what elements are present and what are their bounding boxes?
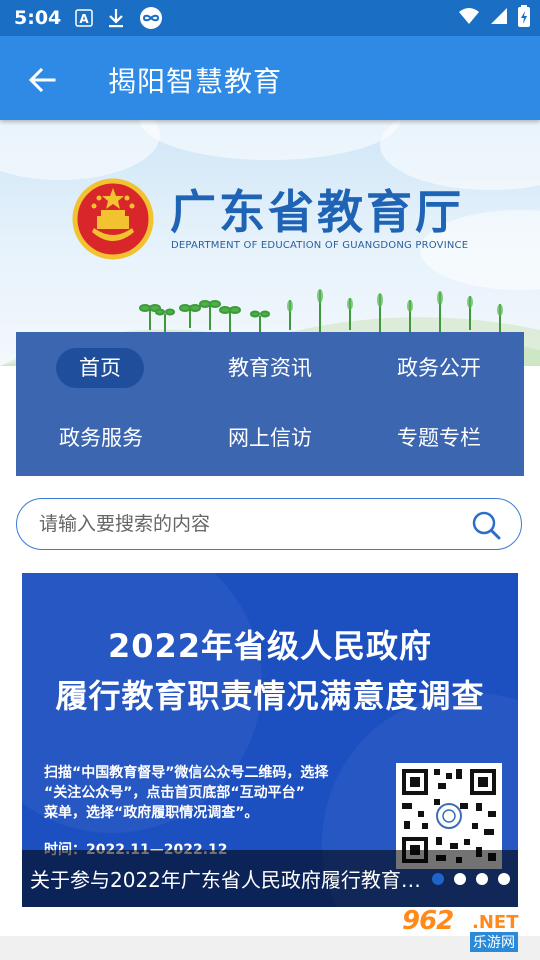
infinity-loop-icon <box>139 6 163 30</box>
back-button[interactable] <box>20 58 64 102</box>
department-title: 广东省教育厅 <box>170 185 464 239</box>
slide-body: 扫描“中国教育督导”微信公众号二维码，选择 “关注公众号”，点击首页底部“互动平… <box>44 763 384 823</box>
page-title: 揭阳智慧教育 <box>108 65 283 98</box>
carousel-caption-bar: 关于参与2022年广东省人民政府履行教育职责情况满意度调查的通知 <box>22 850 518 907</box>
search-icon[interactable] <box>471 510 501 540</box>
nav-item-home[interactable]: 首页 <box>56 348 144 388</box>
national-emblem-icon <box>72 178 154 260</box>
carousel-dot[interactable] <box>432 873 444 885</box>
app-bar: 揭阳智慧教育 <box>0 36 540 120</box>
nav-item-government-affairs[interactable]: 政务公开 <box>369 348 509 388</box>
slide-body-line: “关注公众号”，点击首页底部“互动平台” <box>44 785 305 801</box>
status-bar: 5:04 A <box>0 0 540 36</box>
nav-item-online-petition[interactable]: 网上信访 <box>200 418 340 458</box>
wifi-icon <box>458 7 480 30</box>
battery-icon <box>518 4 530 32</box>
carousel-caption[interactable]: 关于参与2022年广东省人民政府履行教育职责情况满意度调查的通知 <box>30 864 440 893</box>
nav-item-education-news[interactable]: 教育资讯 <box>200 348 340 388</box>
slide-body-line: 扫描“中国教育督导”微信公众号二维码，选择 <box>44 765 329 781</box>
signal-icon <box>490 7 508 30</box>
department-subtitle: DEPARTMENT OF EDUCATION OF GUANGDONG PRO… <box>171 240 469 251</box>
watermark-suffix: .NET <box>472 912 519 933</box>
search-bar <box>16 498 522 550</box>
slide-heading: 履行教育职责情况满意度调查 <box>55 677 485 715</box>
carousel-dot[interactable] <box>476 873 488 885</box>
arrow-left-icon <box>28 67 56 93</box>
svg-text:A: A <box>80 12 90 26</box>
watermark-number: 962 <box>402 906 454 936</box>
search-input[interactable] <box>39 509 459 539</box>
carousel-slide[interactable]: 2022年省级人民政府 履行教育职责情况满意度调查 扫描“中国教育督导”微信公众… <box>22 573 518 907</box>
watermark-site-name: 乐游网 <box>470 932 518 952</box>
header-banner: 广东省教育厅 DEPARTMENT OF EDUCATION OF GUANGD… <box>0 120 540 366</box>
slide-body-line: 菜单，选择“政府履职情况调查”。 <box>44 805 259 821</box>
nav-item-government-services[interactable]: 政务服务 <box>31 418 171 458</box>
slide-heading: 2022年省级人民政府 <box>107 627 433 665</box>
nav-item-special-topics[interactable]: 专题专栏 <box>369 418 509 458</box>
main-nav: 首页 教育资讯 政务公开 政务服务 网上信访 专题专栏 <box>16 332 524 476</box>
text-a-icon: A <box>75 9 94 27</box>
download-icon <box>107 8 125 28</box>
carousel-dot[interactable] <box>454 873 466 885</box>
site-watermark: 962 .NET 乐游网 <box>402 906 530 954</box>
carousel-dot[interactable] <box>498 873 510 885</box>
status-time: 5:04 <box>14 7 62 29</box>
carousel-indicators <box>432 873 510 885</box>
